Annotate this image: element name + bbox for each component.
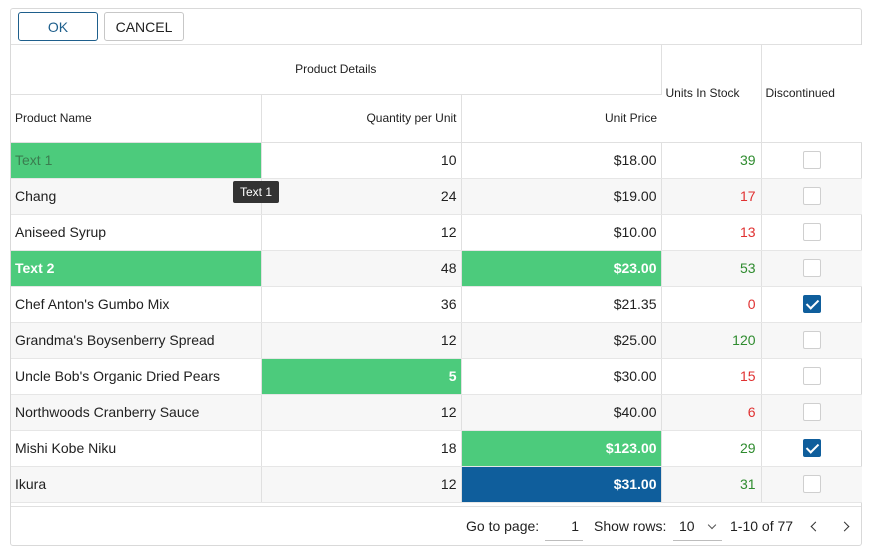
cell-discontinued[interactable]	[761, 142, 863, 179]
discontinued-checkbox[interactable]	[802, 259, 821, 278]
cell-stock[interactable]: 29	[661, 430, 762, 467]
cell-price[interactable]: $21.35	[461, 286, 662, 323]
cell-stock[interactable]: 53	[661, 250, 762, 287]
cell-quantity[interactable]: 48	[261, 250, 462, 287]
cell-price-selected[interactable]: $31.00	[461, 466, 662, 503]
table-row[interactable]: Mishi Kobe Niku 18 $123.00 29	[11, 430, 863, 467]
cell-stock[interactable]: 17	[661, 178, 762, 215]
cell-product-name[interactable]: Text 1	[11, 142, 262, 179]
cell-stock[interactable]: 13	[661, 214, 762, 251]
cell-discontinued[interactable]	[761, 250, 863, 287]
cell-stock[interactable]: 39	[661, 142, 762, 179]
cell-price[interactable]: $18.00	[461, 142, 662, 179]
cell-price[interactable]: $30.00	[461, 358, 662, 395]
ok-button[interactable]: OK	[18, 12, 98, 41]
chevron-down-icon	[707, 520, 717, 530]
show-rows-label: Show rows:	[594, 518, 667, 534]
cell-discontinued[interactable]	[761, 466, 863, 503]
discontinued-checkbox[interactable]	[802, 151, 821, 170]
cell-stock[interactable]: 0	[661, 286, 762, 323]
cell-price[interactable]: $123.00	[461, 430, 662, 467]
header-product-name[interactable]: Product Name	[11, 94, 262, 143]
cell-tooltip: Text 1	[233, 181, 280, 203]
data-grid: Product Details Units In Stock Discontin…	[11, 45, 863, 503]
cell-product-name[interactable]: Aniseed Syrup	[11, 214, 262, 251]
rows-per-page-value: 10	[679, 518, 695, 534]
cancel-button[interactable]: CANCEL	[104, 12, 184, 41]
header-discontinued[interactable]: Discontinued	[761, 45, 863, 143]
header-group-product-details: Product Details	[11, 45, 662, 95]
page-number-input[interactable]: 1	[545, 513, 583, 541]
table-row[interactable]: Northwoods Cranberry Sauce 12 $40.00 6	[11, 394, 863, 431]
cell-price[interactable]: $25.00	[461, 322, 662, 359]
grid-container: OK CANCEL Product Details Units In Stock…	[10, 8, 863, 546]
table-row[interactable]: Ikura 12 $31.00 31	[11, 466, 863, 503]
header-unit-price[interactable]: Unit Price	[461, 94, 662, 143]
cell-price[interactable]: $19.00	[461, 178, 662, 215]
cell-product-name[interactable]: Grandma's Boysenberry Spread	[11, 322, 262, 359]
table-row[interactable]: Chang 24 $19.00 17	[11, 178, 863, 215]
cell-discontinued[interactable]	[761, 322, 863, 359]
goto-page-label: Go to page:	[466, 518, 540, 534]
next-page-button[interactable]	[839, 520, 853, 534]
discontinued-checkbox[interactable]	[802, 475, 821, 494]
header-units-in-stock[interactable]: Units In Stock	[661, 45, 762, 143]
cell-discontinued[interactable]	[761, 178, 863, 215]
cell-discontinued[interactable]	[761, 430, 863, 467]
header-quantity-per-unit[interactable]: Quantity per Unit	[261, 94, 462, 143]
discontinued-checkbox[interactable]	[802, 367, 821, 386]
cell-product-name[interactable]: Ikura	[11, 466, 262, 503]
discontinued-checkbox[interactable]	[802, 331, 821, 350]
table-row[interactable]: Uncle Bob's Organic Dried Pears 5 $30.00…	[11, 358, 863, 395]
cell-discontinued[interactable]	[761, 286, 863, 323]
cell-quantity[interactable]: 12	[261, 466, 462, 503]
cell-discontinued[interactable]	[761, 214, 863, 251]
cell-stock[interactable]: 15	[661, 358, 762, 395]
discontinued-checkbox-checked[interactable]	[802, 439, 821, 458]
cell-price[interactable]: $10.00	[461, 214, 662, 251]
cell-product-name[interactable]: Chef Anton's Gumbo Mix	[11, 286, 262, 323]
cell-quantity[interactable]: 12	[261, 214, 462, 251]
discontinued-checkbox-checked[interactable]	[802, 295, 821, 314]
cell-quantity[interactable]: 10	[261, 142, 462, 179]
cell-quantity[interactable]: 24	[261, 178, 462, 215]
cell-discontinued[interactable]	[761, 394, 863, 431]
cell-product-name[interactable]: Chang	[11, 178, 262, 215]
cell-product-name[interactable]: Mishi Kobe Niku	[11, 430, 262, 467]
discontinued-checkbox[interactable]	[802, 187, 821, 206]
table-row[interactable]: Aniseed Syrup 12 $10.00 13	[11, 214, 863, 251]
cell-product-name[interactable]: Uncle Bob's Organic Dried Pears	[11, 358, 262, 395]
cell-quantity[interactable]: 12	[261, 322, 462, 359]
cell-quantity[interactable]: 36	[261, 286, 462, 323]
table-row[interactable]: Text 1 10 $18.00 39	[11, 142, 863, 179]
pager: Go to page: 1 Show rows: 10 1-10 of 77	[11, 506, 861, 546]
cell-quantity[interactable]: 12	[261, 394, 462, 431]
cell-product-name[interactable]: Northwoods Cranberry Sauce	[11, 394, 262, 431]
cell-price[interactable]: $40.00	[461, 394, 662, 431]
cell-stock[interactable]: 120	[661, 322, 762, 359]
cell-quantity[interactable]: 18	[261, 430, 462, 467]
table-row[interactable]: Grandma's Boysenberry Spread 12 $25.00 1…	[11, 322, 863, 359]
rows-per-page-select[interactable]: 10	[673, 513, 722, 541]
previous-page-button[interactable]	[808, 520, 822, 534]
cell-discontinued[interactable]	[761, 358, 863, 395]
discontinued-checkbox[interactable]	[802, 223, 821, 242]
table-row[interactable]: Text 2 48 $23.00 53	[11, 250, 863, 287]
table-row[interactable]: Chef Anton's Gumbo Mix 36 $21.35 0	[11, 286, 863, 323]
cell-stock[interactable]: 6	[661, 394, 762, 431]
chevron-left-icon	[810, 521, 821, 532]
chevron-right-icon	[839, 521, 850, 532]
cell-price[interactable]: $23.00	[461, 250, 662, 287]
toolbar: OK CANCEL	[11, 9, 861, 45]
cell-stock[interactable]: 31	[661, 466, 762, 503]
page-range-text: 1-10 of 77	[730, 518, 794, 534]
cell-quantity[interactable]: 5	[261, 358, 462, 395]
discontinued-checkbox[interactable]	[802, 403, 821, 422]
cell-product-name[interactable]: Text 2	[11, 250, 262, 287]
